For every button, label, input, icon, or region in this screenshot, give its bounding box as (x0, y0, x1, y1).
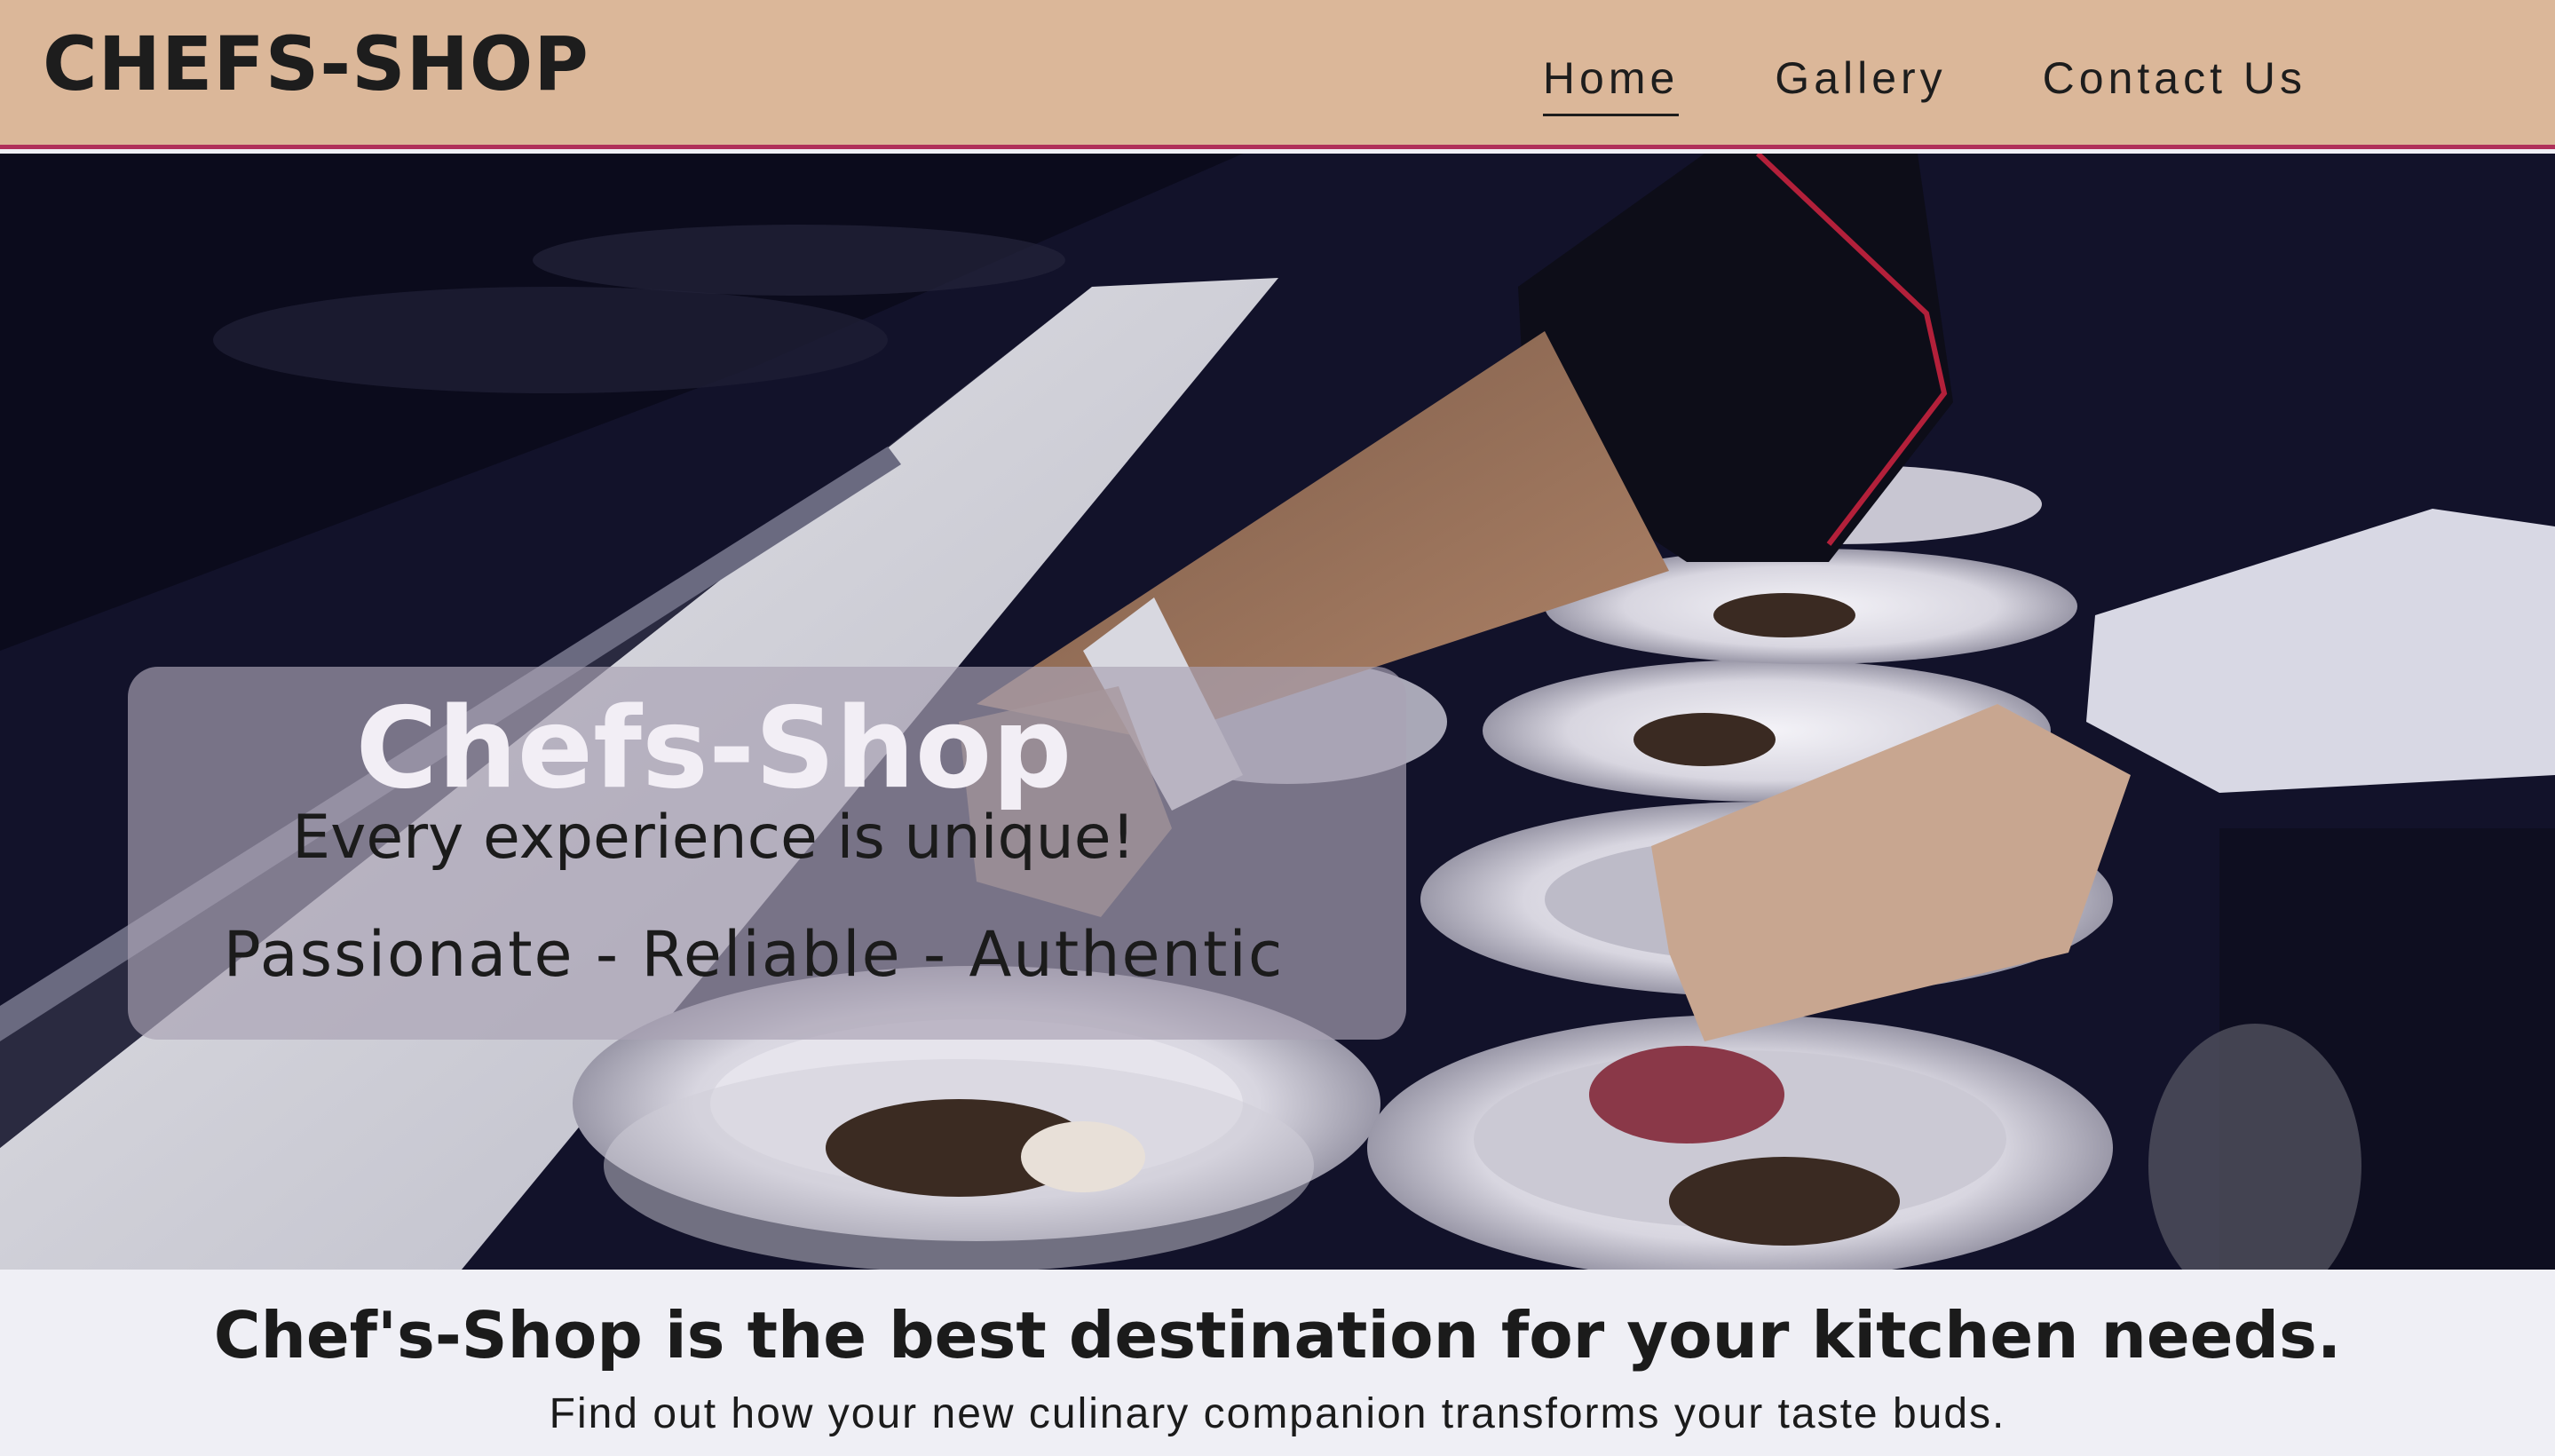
hero-card: Chefs-Shop Every experience is unique! P… (128, 667, 1406, 1040)
site-header: CHEFS-SHOP Home Gallery Contact Us (0, 0, 2555, 149)
intro-heading: Chef's-Shop is the best destination for … (213, 1298, 2342, 1373)
hero-section: Chefs-Shop Every experience is unique! P… (0, 154, 2555, 1270)
nav-gallery-link[interactable]: Gallery (1775, 44, 1946, 116)
hero-title: Chefs-Shop (355, 683, 1072, 813)
intro-section: Chef's-Shop is the best destination for … (0, 1270, 2555, 1456)
nav-contact-link[interactable]: Contact Us (2043, 44, 2306, 116)
intro-subheading: Find out how your new culinary companion… (549, 1390, 2006, 1437)
nav-home-link[interactable]: Home (1542, 44, 1680, 116)
hero-values: Passionate - Reliable - Authentic (223, 918, 1285, 991)
brand-logo[interactable]: CHEFS-SHOP (43, 20, 589, 108)
main-nav: Home Gallery Contact Us (1542, 44, 2306, 116)
hero-tagline: Every experience is unique! (292, 803, 1135, 873)
